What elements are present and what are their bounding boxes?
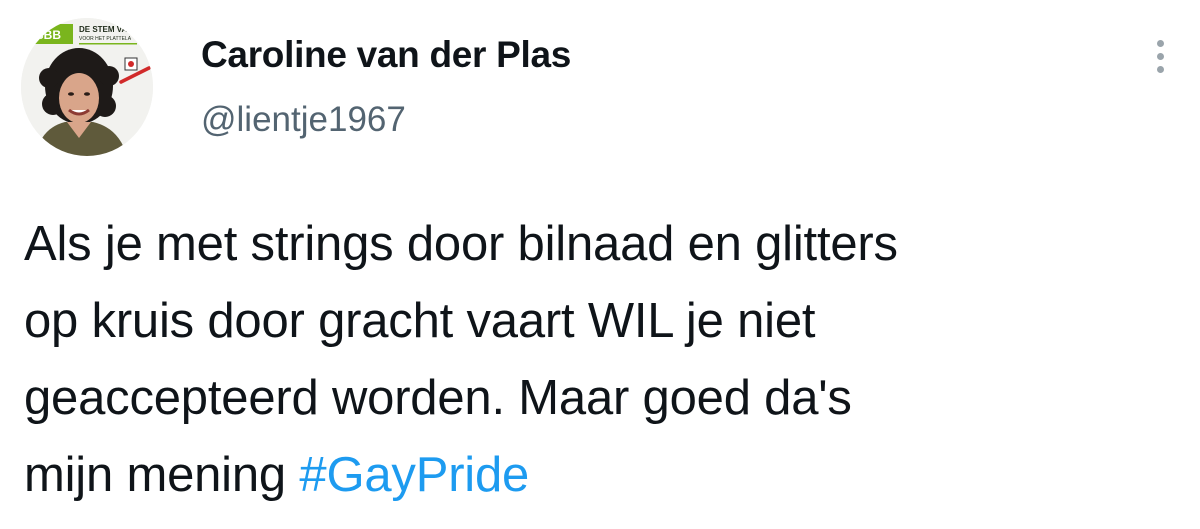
tweet-text-line: op kruis door gracht vaart WIL je niet xyxy=(24,294,816,348)
tweet-text: Als je met strings door bilnaad en glitt… xyxy=(24,206,1174,514)
more-options-button[interactable] xyxy=(1140,30,1180,82)
author-display-name[interactable]: Caroline van der Plas xyxy=(201,34,571,76)
tweet-text-line: Als je met strings door bilnaad en glitt… xyxy=(24,217,898,271)
tweet-text-last-line: mijn mening #GayPride xyxy=(24,437,1174,514)
party-logo-subcaption: VOOR HET PLATTELA xyxy=(79,36,132,42)
hashtag-link[interactable]: #GayPride xyxy=(299,448,529,502)
more-vertical-icon xyxy=(1156,39,1164,47)
author-handle[interactable]: @lientje1967 xyxy=(201,100,406,140)
tweet-text-line: geaccepteerd worden. Maar goed da's xyxy=(24,371,852,425)
tweet-card: BBB DE STEM VAN VOOR HET PLATTELA Caroli… xyxy=(0,0,1200,529)
tweet-text-line: mijn mening xyxy=(24,448,300,502)
party-logo-caption: DE STEM VAN xyxy=(79,25,133,34)
author-avatar[interactable]: BBB DE STEM VAN VOOR HET PLATTELA xyxy=(21,18,153,156)
party-logo-text: BBB xyxy=(35,28,61,42)
avatar-image: BBB DE STEM VAN VOOR HET PLATTELA xyxy=(21,18,153,156)
